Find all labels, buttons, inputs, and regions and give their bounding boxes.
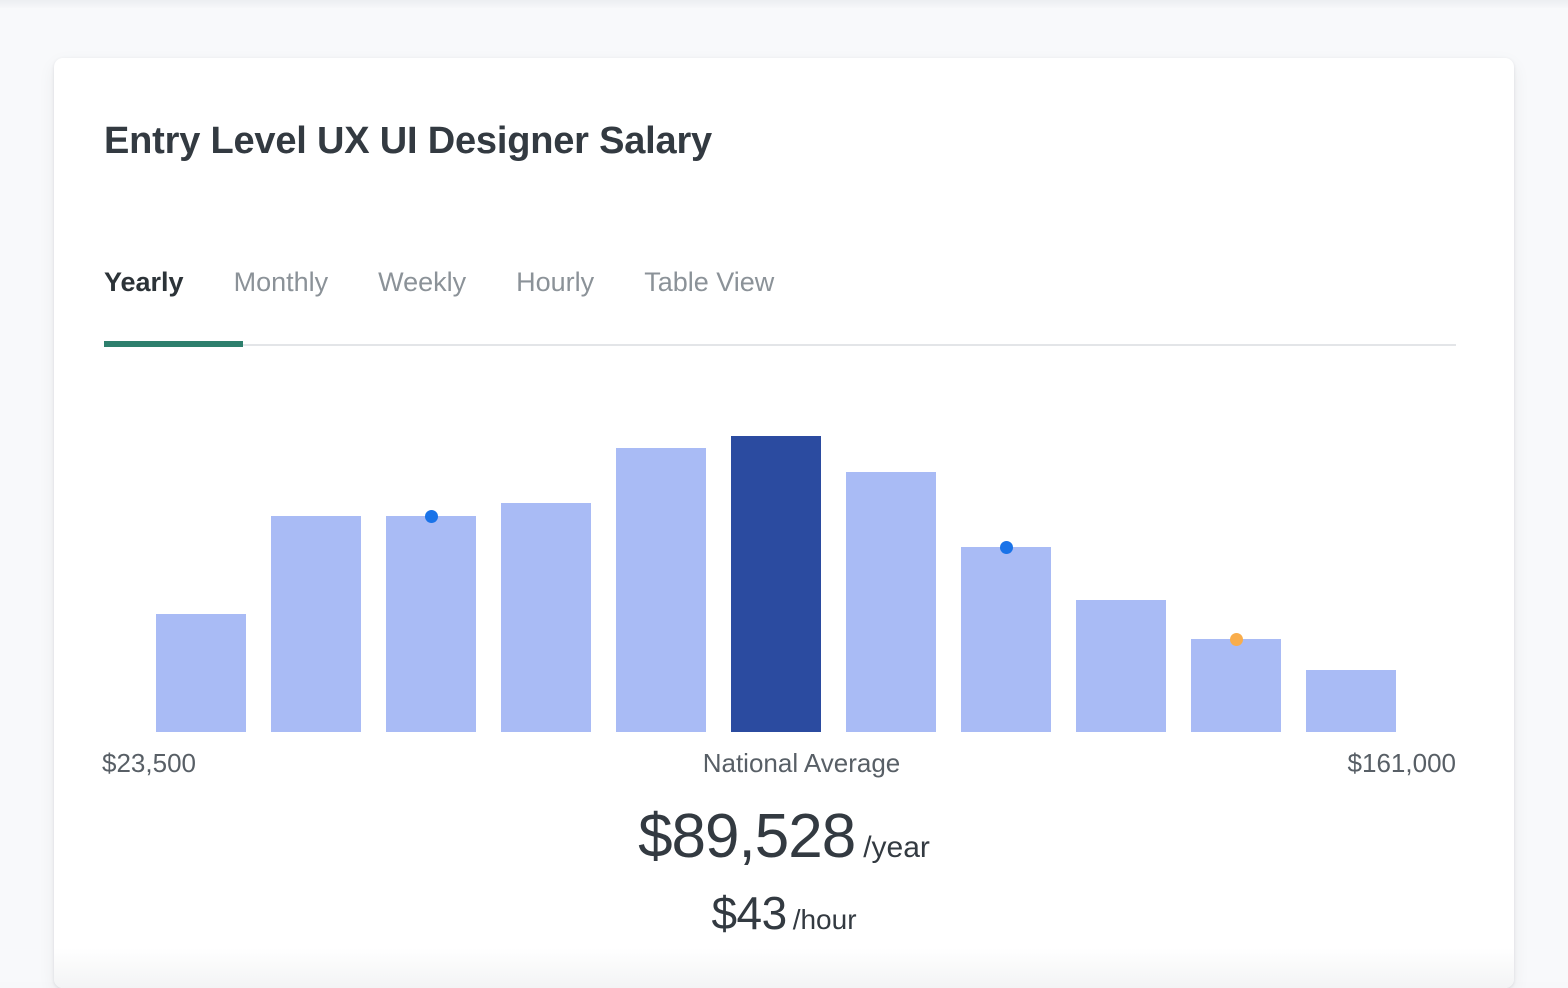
- tab-monthly[interactable]: Monthly: [234, 266, 329, 298]
- hourly-salary-unit: /hour: [792, 904, 857, 935]
- hourly-salary-amount: $43: [711, 887, 787, 939]
- salary-summary: $89,528/year $43/hour: [54, 806, 1514, 937]
- view-tabs: Yearly Monthly Weekly Hourly Table View: [104, 266, 1456, 354]
- axis-label-max: $161,000: [1347, 748, 1456, 778]
- salary-card: Entry Level UX UI Designer Salary Yearly…: [54, 58, 1514, 988]
- yearly-salary-amount: $89,528: [638, 802, 856, 871]
- axis-label-min: $23,500: [102, 748, 196, 778]
- yearly-salary-line: $89,528/year: [54, 806, 1514, 868]
- page-root: Entry Level UX UI Designer Salary Yearly…: [0, 0, 1568, 988]
- chart-bar[interactable]: [1076, 600, 1166, 732]
- chart-bar[interactable]: [501, 503, 591, 732]
- percentile-marker-blue-low-icon[interactable]: [425, 510, 438, 523]
- tab-hourly[interactable]: Hourly: [516, 266, 594, 298]
- chart-bar[interactable]: [616, 448, 706, 732]
- chart-bar[interactable]: [1191, 639, 1281, 732]
- chart-bar[interactable]: [271, 516, 361, 732]
- active-tab-indicator: [104, 341, 243, 347]
- yearly-salary-unit: /year: [863, 831, 930, 864]
- tab-list: Yearly Monthly Weekly Hourly Table View: [104, 266, 824, 298]
- hourly-salary-line: $43/hour: [54, 890, 1514, 936]
- tab-table-view[interactable]: Table View: [644, 266, 774, 298]
- chart-bar[interactable]: [1306, 670, 1396, 732]
- tabs-divider: [104, 344, 1456, 346]
- chart-bar[interactable]: [731, 436, 821, 732]
- percentile-marker-blue-high-icon[interactable]: [1000, 541, 1013, 554]
- chart-bar[interactable]: [386, 516, 476, 732]
- viewport-top-strip: [0, 0, 1568, 8]
- chart-bar[interactable]: [961, 547, 1051, 732]
- percentile-marker-orange-icon[interactable]: [1230, 633, 1243, 646]
- chart-bar[interactable]: [156, 614, 246, 732]
- content-bottom-fade: [54, 948, 1514, 988]
- tab-yearly[interactable]: Yearly: [104, 266, 184, 298]
- chart-bar[interactable]: [846, 472, 936, 732]
- axis-label-national-average: National Average: [702, 748, 901, 778]
- page-title: Entry Level UX UI Designer Salary: [104, 120, 712, 162]
- tab-weekly[interactable]: Weekly: [378, 266, 466, 298]
